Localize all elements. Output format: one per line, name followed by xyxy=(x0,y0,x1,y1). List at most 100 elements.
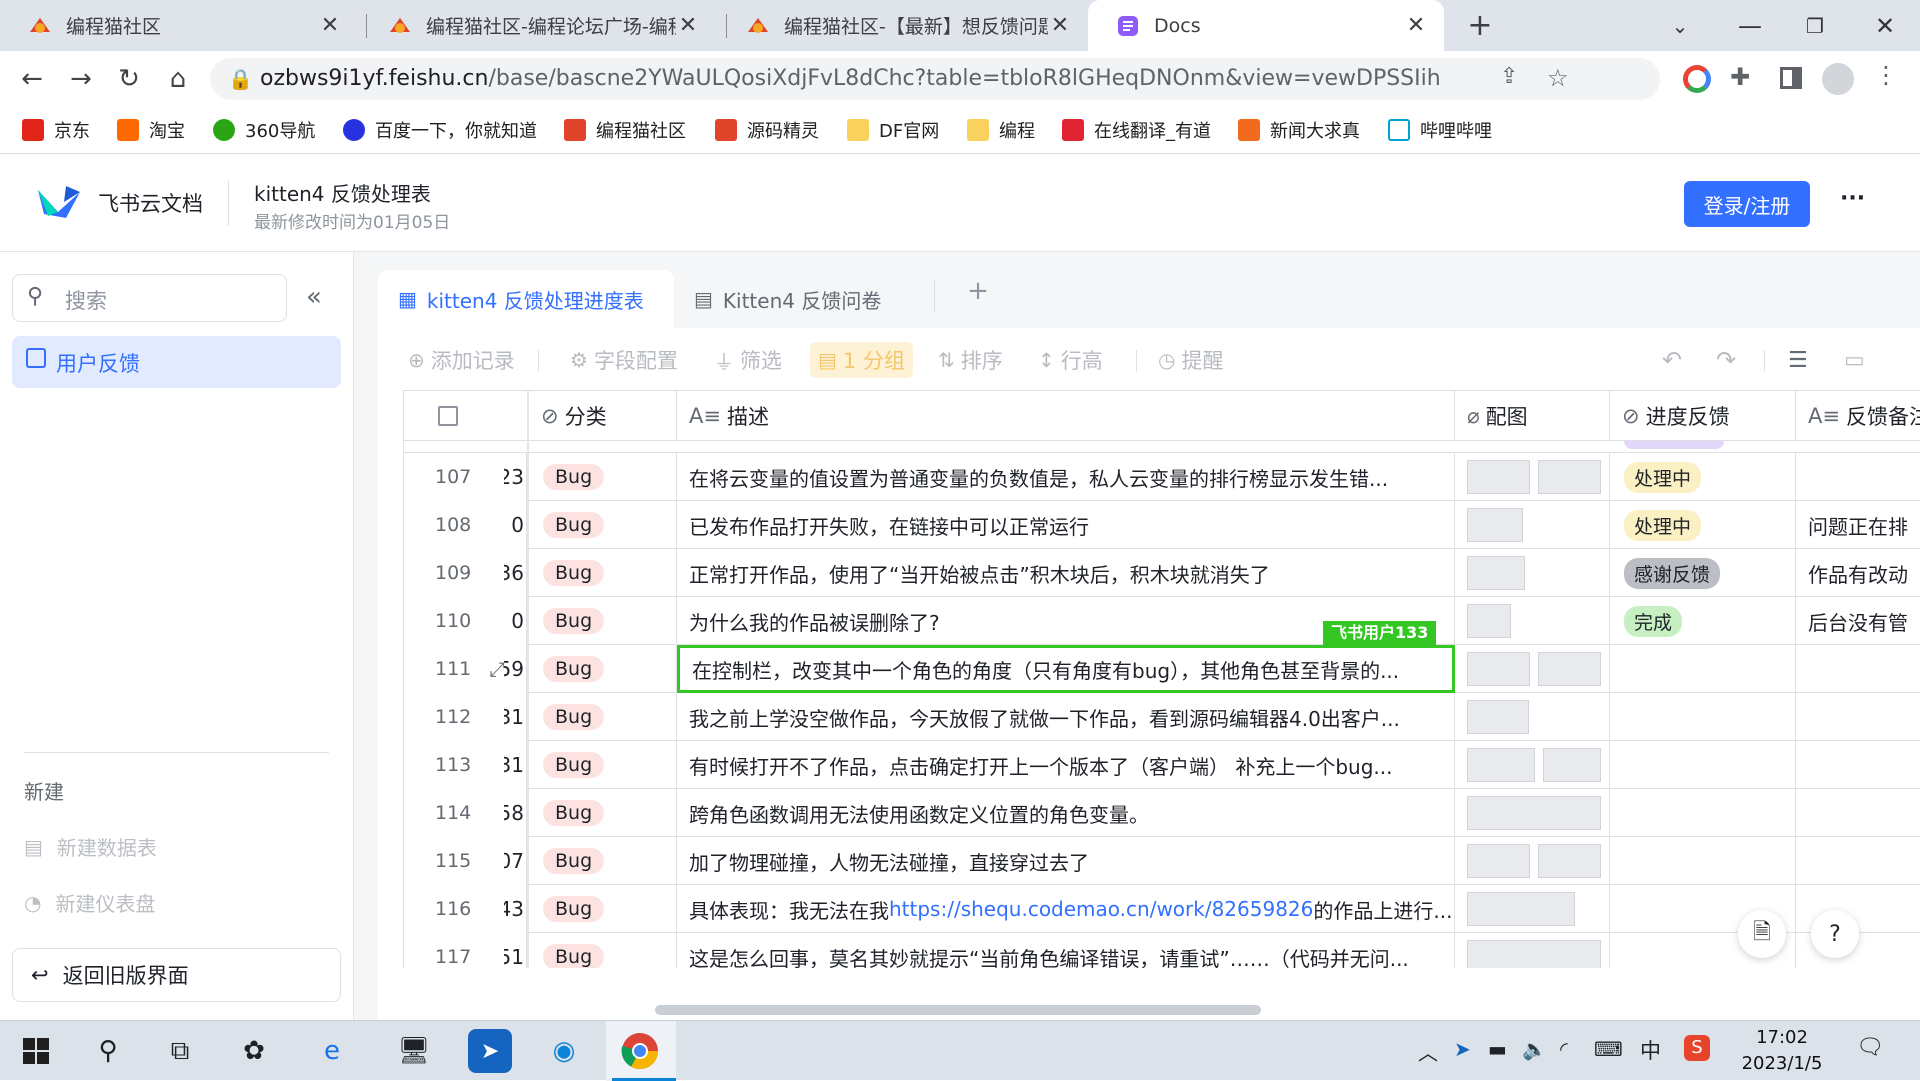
tray-app-icon[interactable]: S xyxy=(1684,1035,1710,1061)
redo-icon[interactable]: ↷ xyxy=(1716,342,1736,378)
column-header-description[interactable]: A≡ 描述 xyxy=(677,391,1455,441)
more-options-icon[interactable]: ··· xyxy=(1840,186,1865,211)
category-cell[interactable]: Bug xyxy=(529,453,677,501)
close-tab-icon[interactable]: ✕ xyxy=(1404,13,1428,38)
category-cell[interactable]: Bug xyxy=(529,837,677,885)
bookmark-star-icon[interactable]: ☆ xyxy=(1547,64,1569,92)
bookmark-df[interactable]: DF官网 xyxy=(847,115,939,145)
window-close-icon[interactable]: ✕ xyxy=(1865,8,1905,44)
image-cell[interactable] xyxy=(1455,693,1610,741)
restore-icon[interactable]: ❐ xyxy=(1795,8,1835,44)
description-cell[interactable]: 在将云变量的值设置为普通变量的负数值是，私人云变量的排行榜显示发生错... xyxy=(677,453,1455,501)
bookmark-baidu[interactable]: 百度一下，你就知道 xyxy=(343,115,537,145)
image-cell[interactable] xyxy=(1455,645,1610,693)
collapse-sidebar-icon[interactable]: « xyxy=(306,282,322,312)
attachment-thumbnail[interactable] xyxy=(1467,460,1530,494)
column-header-image[interactable]: ⌀ 配图 xyxy=(1455,391,1610,441)
share-icon[interactable]: ⇪ xyxy=(1500,64,1518,89)
windows-start-icon[interactable] xyxy=(14,1029,58,1073)
table-row[interactable]: 111 ⤢59 Bug 在控制栏，改变其中一个角色的角度（只有角度有bug），其他角色… xyxy=(404,645,1920,693)
attachment-thumbnail[interactable] xyxy=(1467,892,1575,926)
note-cell[interactable] xyxy=(1796,453,1920,501)
note-cell[interactable]: 作品有改动 xyxy=(1796,549,1920,597)
search-box[interactable]: ⚲ 搜索 xyxy=(12,274,287,322)
ie-icon[interactable]: e xyxy=(310,1029,354,1073)
progress-cell[interactable] xyxy=(1610,645,1796,693)
category-cell[interactable]: Bug xyxy=(529,933,677,968)
feishu-app-icon[interactable]: ➤ xyxy=(468,1029,512,1073)
remote-desktop-icon[interactable]: 🖥 xyxy=(392,1029,436,1073)
expand-record-icon[interactable]: ⤢ xyxy=(489,657,505,681)
progress-cell[interactable] xyxy=(1610,789,1796,837)
attachment-thumbnail[interactable] xyxy=(1467,940,1601,968)
attachment-thumbnail[interactable] xyxy=(1467,652,1530,686)
attachment-thumbnail[interactable] xyxy=(1538,652,1601,686)
back-to-old-ui-button[interactable]: ↩ 返回旧版界面 xyxy=(12,948,341,1002)
progress-cell[interactable] xyxy=(1610,837,1796,885)
browser-tab-active[interactable]: Docs ✕ xyxy=(1088,0,1444,51)
home-icon[interactable]: ⌂ xyxy=(160,61,196,97)
document-title[interactable]: kitten4 反馈处理表 xyxy=(254,178,431,207)
tab-search-icon[interactable]: ⌄ xyxy=(1660,8,1700,44)
description-cell[interactable]: 有时候打开不了作品，点击确定打开上一个版本了（客户端） 补充上一个bug... xyxy=(677,741,1455,789)
forward-icon[interactable]: → xyxy=(63,61,99,97)
login-button[interactable]: 登录/注册 xyxy=(1684,181,1810,227)
bookmark-news[interactable]: 新闻大求真 xyxy=(1238,115,1360,145)
bookmark-taobao[interactable]: 淘宝 xyxy=(117,115,185,145)
volume-icon[interactable]: 🔈 xyxy=(1522,1037,1547,1061)
profile-avatar-icon[interactable] xyxy=(1822,63,1854,95)
task-view-icon[interactable]: ⧉ xyxy=(158,1029,202,1073)
note-cell[interactable]: 后台没有管 xyxy=(1796,597,1920,645)
image-cell[interactable] xyxy=(1455,789,1610,837)
help-icon[interactable]: ? xyxy=(1811,910,1859,958)
image-cell[interactable] xyxy=(1455,549,1610,597)
category-cell[interactable]: Bug xyxy=(529,597,677,645)
search-icon[interactable]: ⚲ xyxy=(86,1029,130,1073)
extension-color-icon[interactable] xyxy=(1683,65,1711,93)
new-table-button[interactable]: ▤ 新建数据表 xyxy=(24,832,157,861)
tab-survey-form[interactable]: ▤ Kitten4 反馈问卷 xyxy=(694,270,881,328)
checkbox-icon[interactable] xyxy=(438,405,458,426)
close-tab-icon[interactable]: ✕ xyxy=(318,13,342,38)
edge-icon[interactable]: ◉ xyxy=(542,1029,586,1073)
attachment-thumbnail[interactable] xyxy=(1467,508,1523,542)
note-cell[interactable] xyxy=(1796,837,1920,885)
table-row[interactable]: 117 51 Bug 这是怎么回事，莫名其妙就提示“当前角色编译错误，请重试”……（代… xyxy=(404,933,1920,968)
table-row[interactable]: 113 31 Bug 有时候打开不了作品，点击确定打开上一个版本了（客户端） 补充上一… xyxy=(404,741,1920,789)
filter-button[interactable]: ⏚ 筛选 xyxy=(714,342,782,378)
description-cell[interactable]: 已发布作品打开失败，在链接中可以正常运行 xyxy=(677,501,1455,549)
browser-tab[interactable]: 编程猫社区-【最新】想反馈问题 ✕ xyxy=(716,0,1088,51)
image-cell[interactable] xyxy=(1455,501,1610,549)
search-input[interactable]: 搜索 xyxy=(65,285,107,315)
new-dashboard-button[interactable]: ◔ 新建仪表盘 xyxy=(24,888,155,917)
extensions-puzzle-icon[interactable]: ✚ xyxy=(1730,63,1750,91)
add-record-button[interactable]: ⊕ 添加记录 xyxy=(408,342,515,378)
address-bar[interactable]: 🔒 ozbws9i1yf.feishu.cn/base/bascne2YWaUL… xyxy=(210,58,1660,100)
add-table-button[interactable]: + xyxy=(938,276,1018,306)
progress-cell[interactable]: 处理中 xyxy=(1610,453,1796,501)
horizontal-scrollbar[interactable] xyxy=(655,1005,1261,1015)
bookmark-bilibili[interactable]: 哔哩哔哩 xyxy=(1388,115,1492,145)
note-cell[interactable] xyxy=(1796,741,1920,789)
progress-cell[interactable]: 感谢反馈 xyxy=(1610,549,1796,597)
image-cell[interactable] xyxy=(1455,885,1610,933)
attachment-thumbnail[interactable] xyxy=(1538,844,1601,878)
tab-progress-table[interactable]: ▦ kitten4 反馈处理进度表 xyxy=(378,270,674,328)
browser-tab[interactable]: 编程猫社区-编程论坛广场-编程学 ✕ xyxy=(358,0,716,51)
group-button[interactable]: ▤ 1 分组 xyxy=(810,342,913,378)
image-cell[interactable] xyxy=(1455,741,1610,789)
table-row[interactable]: 110 0 Bug 为什么我的作品被误删除了? 完成 后台没有管 xyxy=(404,597,1920,645)
attachment-thumbnail[interactable] xyxy=(1542,748,1601,782)
browser-tab[interactable]: 编程猫社区 ✕ xyxy=(0,0,358,51)
bookmark-codemao[interactable]: 编程猫社区 xyxy=(564,115,686,145)
image-cell[interactable] xyxy=(1455,597,1610,645)
attachment-thumbnail[interactable] xyxy=(1467,844,1530,878)
side-panel-icon[interactable] xyxy=(1780,67,1802,89)
description-cell[interactable]: 这是怎么回事，莫名其妙就提示“当前角色编译错误，请重试”……（代码并无问... xyxy=(677,933,1455,968)
table-row[interactable]: 107 23 Bug 在将云变量的值设置为普通变量的负数值是，私人云变量的排行榜显示发… xyxy=(404,453,1920,501)
table-row[interactable]: 116 43 Bug 具体表现：我无法在我https://shequ.codemao.… xyxy=(404,885,1920,933)
category-cell[interactable]: Bug xyxy=(529,501,677,549)
progress-cell[interactable]: 完成 xyxy=(1610,597,1796,645)
chrome-icon[interactable] xyxy=(618,1029,662,1073)
column-header-note[interactable]: A≡反馈备注 xyxy=(1796,391,1920,441)
